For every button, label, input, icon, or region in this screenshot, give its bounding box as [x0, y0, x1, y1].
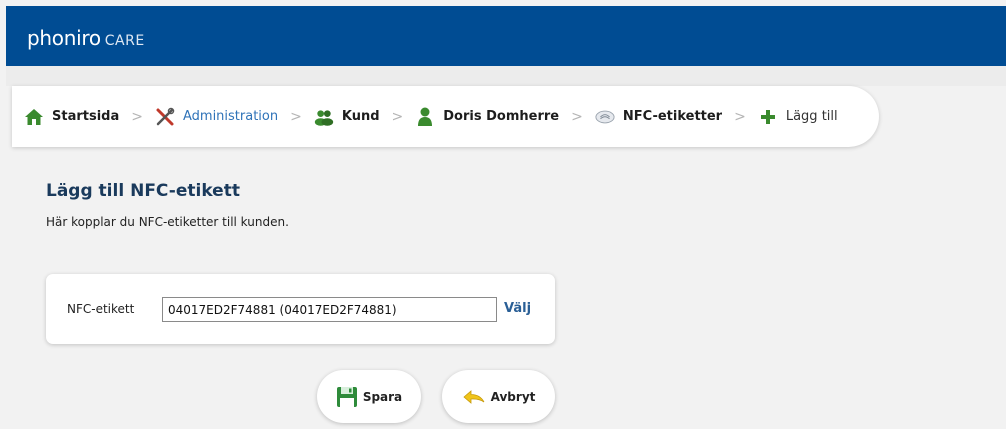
breadcrumb-item-person[interactable]: Doris Domherre — [415, 107, 559, 127]
breadcrumb-label: Doris Domherre — [443, 109, 560, 124]
page-title: Lägg till NFC-etikett — [46, 181, 240, 201]
page-description: Här kopplar du NFC-etiketter till kunden… — [46, 215, 289, 229]
app-logo[interactable]: phoniro CARE — [27, 26, 145, 50]
breadcrumb-label: Administration — [182, 109, 279, 124]
app-header: phoniro CARE — [6, 6, 1006, 66]
floppy-disk-icon — [336, 386, 358, 408]
pick-nfc-tag-link[interactable]: Välj — [504, 301, 531, 316]
breadcrumb-separator: > — [131, 108, 143, 125]
breadcrumb-separator: > — [391, 108, 404, 125]
breadcrumb-label: NFC-etiketter — [622, 109, 723, 124]
cancel-button[interactable]: Avbryt — [442, 370, 555, 423]
nfc-tag-icon — [595, 107, 615, 127]
nfc-form-card: NFC-etikett Välj — [46, 274, 555, 344]
breadcrumb-label: Lägg till — [785, 109, 838, 124]
logo-sub-text: CARE — [104, 33, 145, 49]
nfc-tag-input[interactable] — [162, 297, 497, 322]
nfc-field-label: NFC-etikett — [67, 302, 135, 316]
breadcrumb-separator: > — [290, 108, 302, 125]
person-icon — [415, 107, 435, 127]
breadcrumb: Startsida > Administration > Kund > Dori… — [12, 86, 879, 147]
breadcrumb-item-administration[interactable]: Administration — [155, 107, 278, 127]
customer-group-icon — [314, 107, 334, 127]
breadcrumb-item-home[interactable]: Startsida — [24, 107, 119, 127]
breadcrumb-label: Startsida — [52, 109, 120, 124]
breadcrumb-separator: > — [571, 108, 583, 125]
save-button[interactable]: Spara — [317, 370, 421, 423]
breadcrumb-item-customer[interactable]: Kund — [314, 107, 380, 127]
breadcrumb-separator: > — [734, 108, 746, 125]
save-label: Spara — [362, 389, 403, 404]
cancel-label: Avbryt — [490, 389, 536, 404]
breadcrumb-label: Kund — [341, 109, 380, 124]
logo-main-text: phoniro — [27, 26, 101, 50]
breadcrumb-item-nfc-tags[interactable]: NFC-etiketter — [595, 107, 722, 127]
undo-arrow-icon — [462, 388, 486, 406]
plus-icon — [758, 107, 778, 127]
tools-icon — [155, 107, 175, 127]
home-icon — [24, 107, 44, 127]
breadcrumb-item-add: Lägg till — [758, 107, 838, 127]
breadcrumb-strip — [6, 66, 1006, 86]
